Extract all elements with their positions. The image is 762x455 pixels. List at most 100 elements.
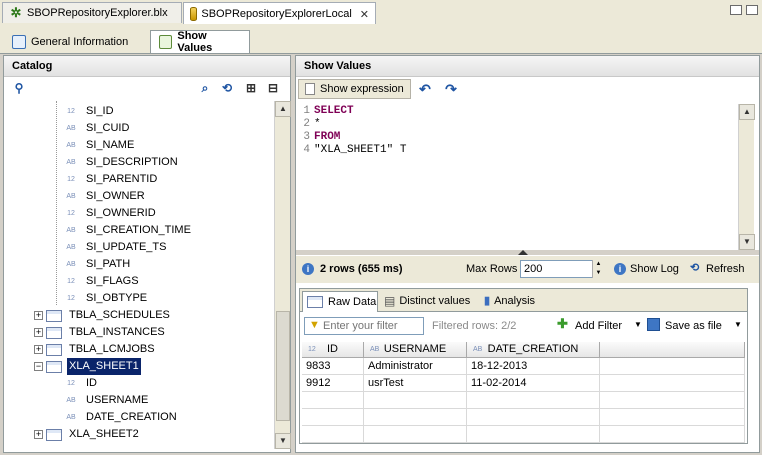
expand-icon[interactable]: + [34,311,43,320]
tree-column-item[interactable]: AB SI_CREATION_TIME [64,222,193,239]
save-icon [647,318,660,331]
column-header[interactable]: 12 ID [302,342,364,358]
editor-splitter[interactable] [296,250,759,255]
table-icon [46,326,62,339]
tree-column-item[interactable]: AB DATE_CREATION [64,409,179,426]
info-page-icon [12,34,26,49]
tree-table-item[interactable]: − XLA_SHEET1 [34,358,141,375]
tree-item-label: SI_OWNERID [86,207,156,219]
tree-item-label: SI_CUID [86,122,130,134]
tree-column-item[interactable]: AB SI_UPDATE_TS [64,239,169,256]
expand-icon[interactable]: + [34,328,43,337]
database-icon [190,7,198,21]
column-type-icon: AB [370,346,380,353]
close-icon[interactable]: ✕ [360,8,369,21]
tab-raw-data[interactable]: Raw Data [302,291,378,312]
sql-scrollbar[interactable]: ▲ ▼ [738,104,755,250]
tree-column-item[interactable]: AB SI_NAME [64,137,136,154]
editor-tab-label: SBOPRepositoryExplorer.blx [27,7,168,19]
chevron-down-icon[interactable]: ▼ [734,320,742,329]
tree-table-item[interactable]: + XLA_SHEET2 [34,426,141,443]
redo-icon[interactable]: ↷ [444,82,458,96]
show-log-button[interactable]: Show Log [630,263,679,275]
table-cell-filler [600,358,745,375]
collapse-arrow-icon[interactable] [518,250,528,255]
tree-column-item[interactable]: AB SI_PATH [64,256,132,273]
undo-icon[interactable]: ↶ [418,82,432,96]
add-filter-button[interactable]: Add Filter [575,320,622,332]
table-cell: 11-02-2014 [467,375,600,392]
expand-icon[interactable]: + [34,345,43,354]
show-expression-label: Show expression [320,83,404,95]
scroll-up-icon[interactable]: ▲ [275,101,291,117]
sql-line: 4 "XLA_SHEET1" T [300,144,406,156]
tab-show-values[interactable]: Show Values [150,30,250,54]
tree-table-item[interactable]: + TBLA_SCHEDULES [34,307,172,324]
refresh-icon: ⟲ [690,262,700,274]
collapse-all-icon[interactable]: ⊟ [266,81,280,95]
tree-item-label: TBLA_SCHEDULES [69,309,170,321]
scroll-down-icon[interactable]: ▼ [739,234,755,250]
scroll-down-icon[interactable]: ▼ [275,433,291,449]
sql-text: SELECT [314,105,354,117]
column-type-icon: AB [66,261,76,268]
minimize-icon[interactable] [730,5,742,15]
tree-column-item[interactable]: 12 SI_ID [64,103,116,120]
tree-item-label: SI_PARENTID [86,173,158,185]
tree-item-label: XLA_SHEET1 [67,358,141,375]
refresh-button[interactable]: Refresh [706,263,745,275]
table-row[interactable]: 9912 usrTest 11-02-2014 [302,375,745,392]
tree-column-item[interactable]: AB SI_OWNER [64,188,147,205]
column-header[interactable]: AB USERNAME [364,342,467,358]
tree-column-item[interactable]: 12 SI_PARENTID [64,171,159,188]
tree-column-item[interactable]: 12 SI_FLAGS [64,273,141,290]
editor-tab-local[interactable]: SBOPRepositoryExplorerLocal ✕ [183,2,376,25]
column-type-icon: 12 [308,346,316,353]
search-icon[interactable]: ⌕ [198,81,212,95]
tree-table-item[interactable]: + TBLA_INSTANCES [34,324,167,341]
scroll-thumb[interactable] [276,311,290,421]
filtered-rows-status: Filtered rows: 2/2 [432,320,517,332]
scroll-up-icon[interactable]: ▲ [739,104,755,120]
sync-icon[interactable]: ⟲ [220,81,234,95]
show-expression-button[interactable]: Show expression [298,79,411,99]
sql-editor[interactable]: 1 SELECT 2 * 3 FROM 4 "XLA_SHEET1" T [298,104,738,248]
tab-general-information[interactable]: General Information [4,30,147,53]
tree-column-item[interactable]: AB USERNAME [64,392,150,409]
expand-all-icon[interactable]: ⊞ [244,81,258,95]
tree-column-item[interactable]: 12 ID [64,375,99,392]
save-as-file-button[interactable]: Save as file [665,320,722,332]
tree-column-item[interactable]: 12 SI_OWNERID [64,205,158,222]
sql-line: 2 * [300,118,320,130]
tree-column-item[interactable]: AB SI_DESCRIPTION [64,154,180,171]
table-cell [302,409,364,426]
tree-table-item[interactable]: + TBLA_LCMJOBS [34,341,157,358]
tree-item-label: SI_OWNER [86,190,145,202]
tree-column-item[interactable]: 12 SI_OBTYPE [64,290,149,307]
column-type-icon: 12 [67,278,75,285]
table-cell [302,426,364,443]
tab-analysis[interactable]: ▮ Analysis [484,294,535,308]
maximize-icon[interactable] [746,5,758,15]
tree-item-label: TBLA_INSTANCES [69,326,165,338]
catalog-tree: 12 SI_ID AB SI_CUID AB SI_NAME AB SI_DESCRIPTIO… [4,101,274,451]
catalog-scrollbar[interactable]: ▲ ▼ [274,101,291,449]
table-row[interactable]: 9833 Administrator 18-12-2013 [302,358,745,375]
tree-column-item[interactable]: AB SI_CUID [64,120,131,137]
expand-icon[interactable]: + [34,430,43,439]
max-rows-spinner[interactable]: ▲ ▼ [592,260,604,278]
chevron-down-icon[interactable]: ▼ [634,320,642,329]
line-number: 4 [303,144,310,156]
add-filter-icon: ✚ [557,316,568,331]
info-icon: i [302,263,314,275]
binoculars-icon[interactable]: ⚲ [12,81,26,95]
line-number: 3 [303,131,310,143]
collapse-icon[interactable]: − [34,362,43,371]
editor-tab-blx[interactable]: ✲ SBOPRepositoryExplorer.blx [2,2,182,23]
column-header-label: USERNAME [383,343,447,355]
filter-input[interactable] [304,317,424,335]
empty-row [302,426,745,443]
tab-distinct-values[interactable]: ▤ Distinct values [384,294,470,308]
column-header[interactable]: AB DATE_CREATION [467,342,600,358]
table-icon [46,428,62,441]
